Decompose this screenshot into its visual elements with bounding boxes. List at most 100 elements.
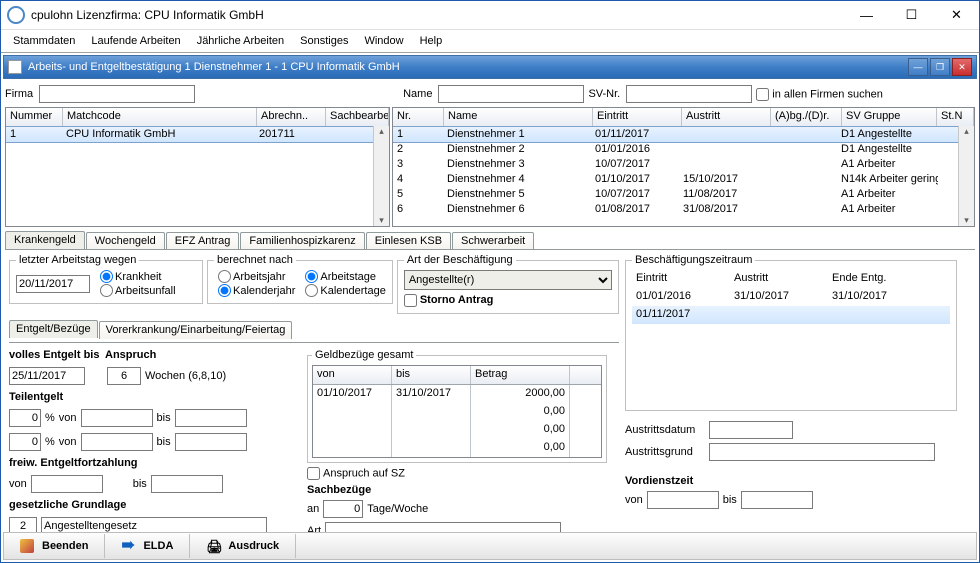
- geld-row[interactable]: 0,00: [313, 439, 601, 457]
- vordienst-bis[interactable]: [741, 491, 813, 509]
- tab-wochengeld[interactable]: Wochengeld: [86, 232, 165, 250]
- austrittsgrund-input[interactable]: [709, 443, 935, 461]
- menu-sonstiges[interactable]: Sonstiges: [292, 32, 356, 50]
- radio-arbeitstage[interactable]: Arbeitstage: [301, 270, 385, 283]
- dienstnehmer-grid[interactable]: Nr. Name Eintritt Austritt (A)bg./(D)r. …: [392, 107, 975, 227]
- maximize-button[interactable]: ☐: [889, 2, 934, 28]
- tab-vorerkrankung[interactable]: Vorerkrankung/Einarbeitung/Feiertag: [99, 321, 293, 339]
- dienstnehmer-grid-header: Nr. Name Eintritt Austritt (A)bg./(D)r. …: [393, 108, 974, 127]
- allfirms-checkbox[interactable]: [756, 88, 769, 101]
- storno-check[interactable]: Storno Antrag: [404, 294, 494, 306]
- period-row[interactable]: 01/01/2016 31/10/2017 31/10/2017: [632, 288, 950, 306]
- menu-laufende[interactable]: Laufende Arbeiten: [83, 32, 188, 50]
- firma-grid-header: Nummer Matchcode Abrechn.. Sachbearbei: [6, 108, 389, 127]
- filter-row: Firma Name SV-Nr. in allen Firmen suchen: [1, 81, 979, 107]
- sach-anzahl[interactable]: [323, 500, 363, 518]
- anspruch-label: Anspruch: [105, 349, 156, 361]
- menu-help[interactable]: Help: [412, 32, 451, 50]
- menubar: Stammdaten Laufende Arbeiten Jährliche A…: [1, 30, 979, 53]
- radio-arbeitsunfall[interactable]: Arbeitsunfall: [96, 284, 176, 297]
- mdi-icon: [8, 60, 22, 74]
- dienstnehmer-row[interactable]: 1Dienstnehmer 101/11/2017D1 Angestellte: [392, 126, 975, 143]
- menu-jaehrliche[interactable]: Jährliche Arbeiten: [189, 32, 292, 50]
- freiw-label: freiw. Entgeltfortzahlung: [9, 457, 138, 469]
- art-beschaeftigung-group: Art der Beschäftigung Angestellte(r) Sto…: [397, 254, 619, 314]
- volles-label: volles Entgelt bis: [9, 349, 101, 361]
- mdi-close-button[interactable]: ✕: [952, 58, 972, 76]
- letzter-date-input[interactable]: [16, 275, 90, 293]
- dienstnehmer-row[interactable]: 2Dienstnehmer 201/01/2016D1 Angestellte: [393, 142, 974, 157]
- dienstnehmer-row[interactable]: 3Dienstnehmer 310/07/2017A1 Arbeiter: [393, 157, 974, 172]
- close-button[interactable]: ✕: [934, 2, 979, 28]
- firma-grid[interactable]: Nummer Matchcode Abrechn.. Sachbearbei 1…: [5, 107, 390, 227]
- anspruch-input[interactable]: [107, 367, 141, 385]
- sv-input[interactable]: [626, 85, 752, 103]
- menu-stammdaten[interactable]: Stammdaten: [5, 32, 83, 50]
- geldbezuege-group: Geldbezüge gesamt von bis Betrag 01/10/2…: [307, 349, 607, 463]
- teil1-von[interactable]: [81, 409, 153, 427]
- austrittsdatum-input[interactable]: [709, 421, 793, 439]
- anspruch-sz-check[interactable]: Anspruch auf SZ: [307, 467, 607, 480]
- dienstnehmer-row[interactable]: 6Dienstnehmer 601/08/201731/08/2017A1 Ar…: [393, 202, 974, 217]
- period-group: Beschäftigungszeitraum Eintritt Austritt…: [625, 254, 957, 411]
- tabs-sub: Entgelt/Bezüge Vorerkrankung/Einarbeitun…: [9, 320, 619, 338]
- radio-arbeitsjahr[interactable]: Arbeitsjahr: [214, 270, 295, 283]
- dienstnehmer-scrollbar[interactable]: ▴▾: [958, 126, 974, 226]
- freiw-von[interactable]: [31, 475, 103, 493]
- beenden-button[interactable]: Beenden: [4, 534, 105, 558]
- mdi-title: Arbeits- und Entgeltbestätigung 1 Dienst…: [28, 61, 908, 73]
- firma-input[interactable]: [39, 85, 195, 103]
- sach-legend: Sachbezüge: [307, 484, 371, 496]
- teil2-pct[interactable]: [9, 433, 41, 451]
- art-select[interactable]: Angestellte(r): [404, 270, 612, 290]
- tab-krankengeld[interactable]: Krankengeld: [5, 231, 85, 249]
- tab-efz[interactable]: EFZ Antrag: [166, 232, 240, 250]
- app-icon: [7, 6, 25, 24]
- elda-button[interactable]: ➠ ELDA: [105, 534, 190, 558]
- tab-familien[interactable]: Familienhospizkarenz: [240, 232, 364, 250]
- elda-icon: ➠: [121, 539, 135, 553]
- form-area: letzter Arbeitstag wegen Krankheit Arbei…: [5, 249, 975, 550]
- firma-row[interactable]: 1 CPU Informatik GmbH 201711: [5, 126, 390, 143]
- mdi-titlebar: Arbeits- und Entgeltbestätigung 1 Dienst…: [3, 55, 977, 79]
- ausdruck-button[interactable]: 🖨 Ausdruck: [190, 534, 296, 558]
- allfirms-check[interactable]: in allen Firmen suchen: [756, 88, 885, 101]
- button-bar: Beenden ➠ ELDA 🖨 Ausdruck: [3, 532, 977, 560]
- teilentgelt-label: Teilentgelt: [9, 391, 63, 403]
- letzter-arbeitstag-group: letzter Arbeitstag wegen Krankheit Arbei…: [9, 254, 203, 304]
- tabs-main: Krankengeld Wochengeld EFZ Antrag Famili…: [5, 231, 975, 249]
- mdi-minimize-button[interactable]: —: [908, 58, 928, 76]
- geld-row[interactable]: 0,00: [313, 421, 601, 439]
- exit-icon: [20, 539, 34, 553]
- period-row[interactable]: 01/11/2017: [632, 306, 950, 324]
- print-icon: 🖨: [206, 539, 220, 553]
- firma-label: Firma: [5, 88, 35, 100]
- tab-schwerarbeit[interactable]: Schwerarbeit: [452, 232, 534, 250]
- volles-date-input[interactable]: [9, 367, 85, 385]
- firma-scrollbar[interactable]: ▴▾: [373, 126, 389, 226]
- window-title: cpulohn Lizenzfirma: CPU Informatik GmbH: [31, 8, 844, 22]
- sv-label: SV-Nr.: [588, 88, 622, 100]
- radio-krankheit[interactable]: Krankheit: [96, 270, 176, 283]
- menu-window[interactable]: Window: [356, 32, 411, 50]
- tab-entgelt[interactable]: Entgelt/Bezüge: [9, 320, 98, 338]
- radio-kalendertage[interactable]: Kalendertage: [301, 284, 385, 297]
- teil1-pct[interactable]: [9, 409, 41, 427]
- dienstnehmer-row[interactable]: 5Dienstnehmer 510/07/201711/08/2017A1 Ar…: [393, 187, 974, 202]
- geld-row[interactable]: 01/10/201731/10/20172000,00: [313, 385, 601, 403]
- period-grid[interactable]: Eintritt Austritt Ende Entg. 01/01/2016 …: [632, 270, 950, 404]
- minimize-button[interactable]: —: [844, 2, 889, 28]
- teil1-bis[interactable]: [175, 409, 247, 427]
- freiw-bis[interactable]: [151, 475, 223, 493]
- teil2-von[interactable]: [81, 433, 153, 451]
- dienstnehmer-row[interactable]: 4Dienstnehmer 401/10/201715/10/2017N14k …: [393, 172, 974, 187]
- teil2-bis[interactable]: [175, 433, 247, 451]
- vordienst-von[interactable]: [647, 491, 719, 509]
- geld-row[interactable]: 0,00: [313, 403, 601, 421]
- geld-grid[interactable]: von bis Betrag 01/10/201731/10/20172000,…: [312, 365, 602, 458]
- tab-ksb[interactable]: Einlesen KSB: [366, 232, 451, 250]
- radio-kalenderjahr[interactable]: Kalenderjahr: [214, 284, 295, 297]
- gesetz-label: gesetzliche Grundlage: [9, 499, 126, 511]
- mdi-restore-button[interactable]: ❐: [930, 58, 950, 76]
- name-input[interactable]: [438, 85, 584, 103]
